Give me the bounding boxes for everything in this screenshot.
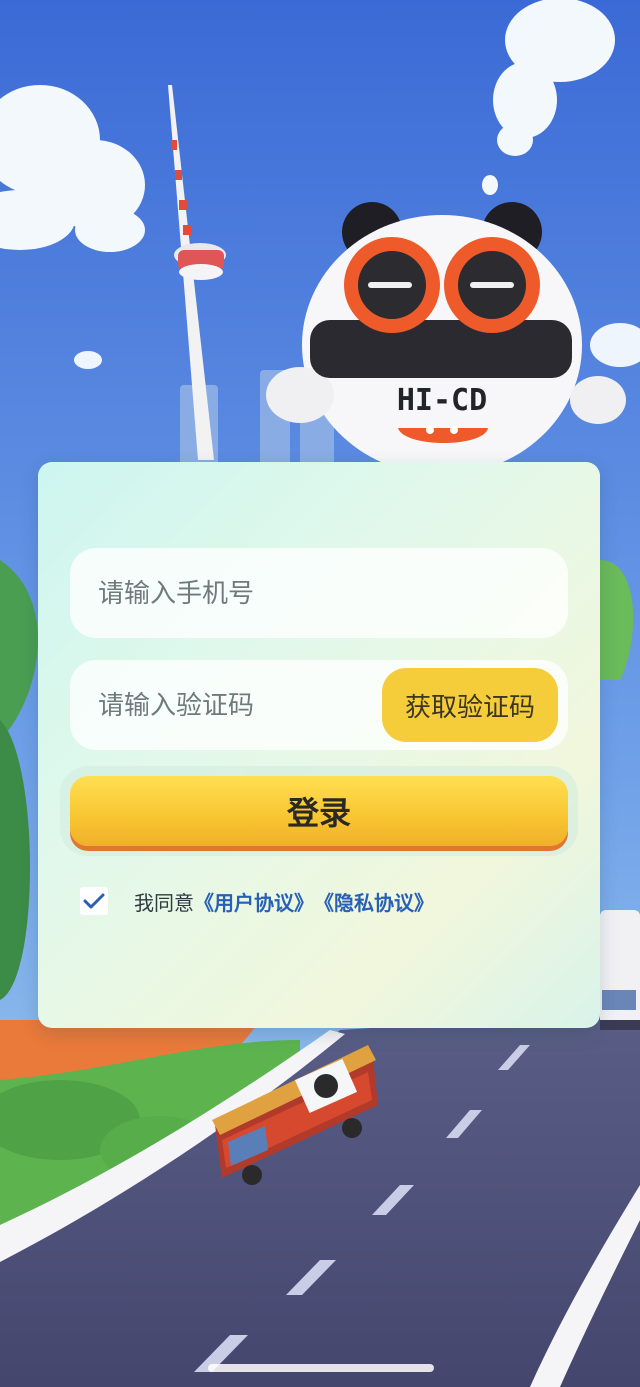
mascot-badge: HI-CD — [397, 383, 487, 418]
truck-illustration — [600, 910, 640, 1030]
phone-field — [70, 548, 568, 640]
get-code-button[interactable]: 获取验证码 — [382, 668, 558, 742]
agreement-checkbox[interactable] — [80, 887, 108, 915]
privacy-agreement-link[interactable]: 《隐私协议》 — [314, 887, 434, 916]
checkmark-icon — [83, 893, 105, 909]
agreement-prefix: 我同意 — [134, 890, 194, 915]
login-card: 获取验证码 登录 我同意 《用户协议》 《隐私协议》 — [38, 462, 600, 1028]
phone-input[interactable] — [96, 548, 400, 640]
user-agreement-link[interactable]: 《用户协议》 — [194, 887, 314, 916]
home-indicator[interactable] — [208, 1364, 434, 1372]
login-button[interactable]: 登录 — [70, 776, 568, 846]
verification-code-field: 获取验证码 — [70, 660, 568, 752]
verification-code-input[interactable] — [96, 660, 400, 752]
agreement-row: 我同意 《用户协议》 《隐私协议》 — [80, 884, 434, 918]
